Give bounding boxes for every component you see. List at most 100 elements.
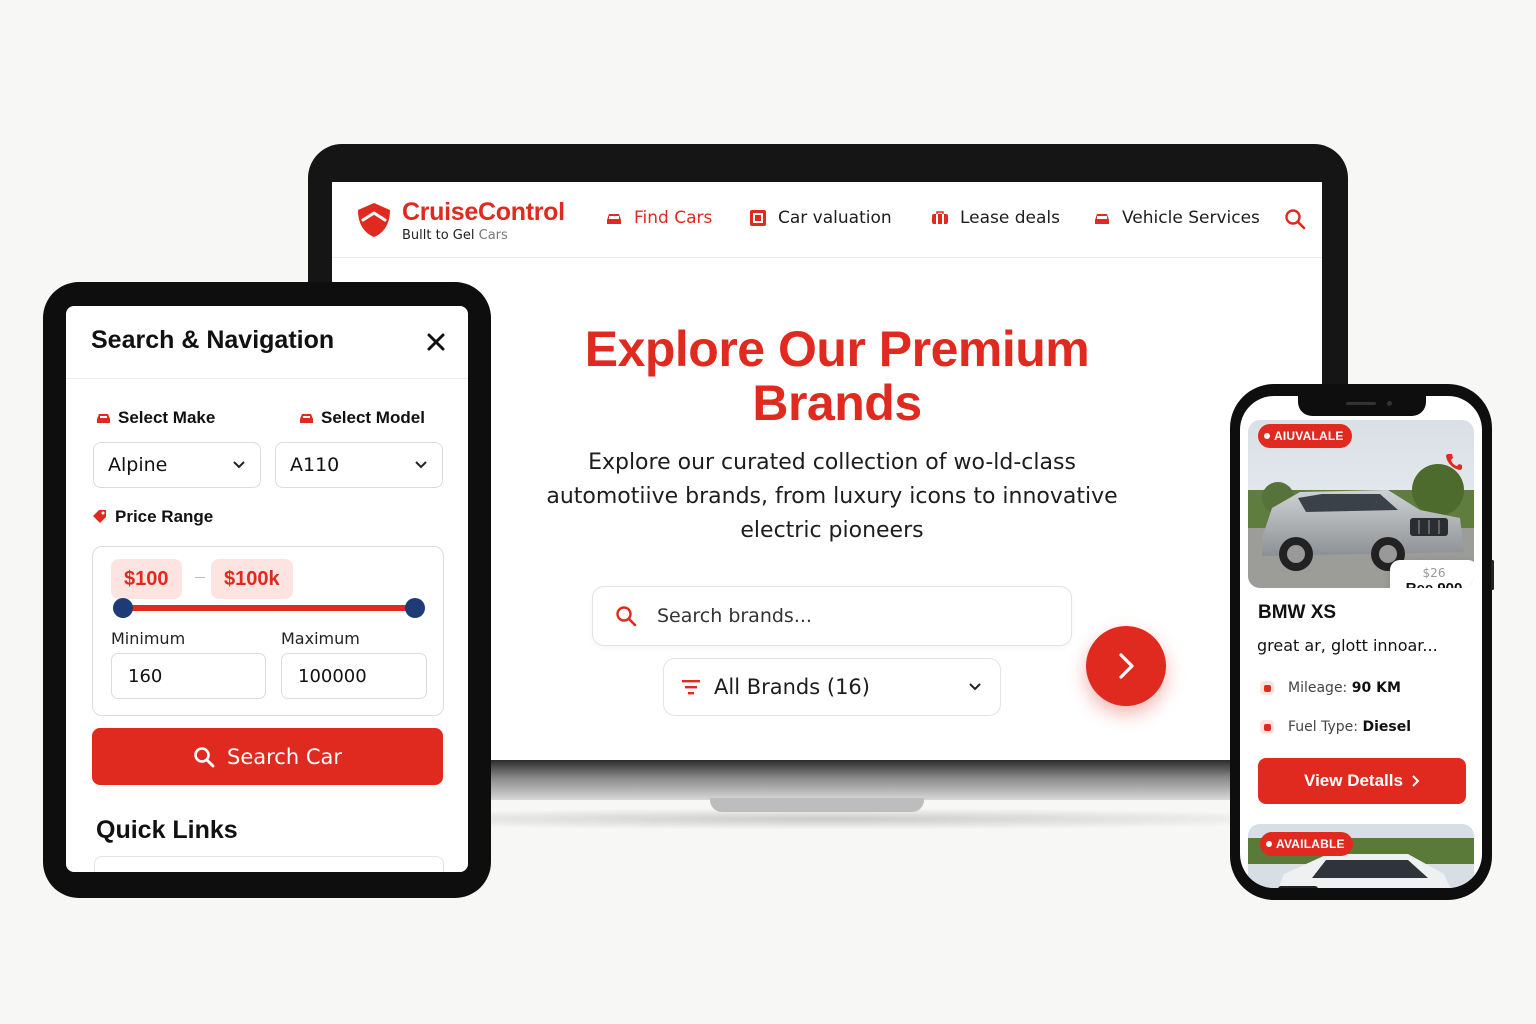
car-description: great ar, glott innoar... xyxy=(1257,636,1438,655)
min-price-pill: $100 xyxy=(111,559,182,599)
logo-shield-icon[interactable] xyxy=(354,200,394,240)
mileage-spec: Mileage: 90 KM xyxy=(1260,680,1401,696)
availability-badge: AVAILABLE xyxy=(1260,832,1353,856)
car-icon xyxy=(1095,214,1109,224)
car-title[interactable]: BMW XS xyxy=(1258,602,1336,624)
phone-icon[interactable] xyxy=(1444,452,1464,472)
old-price: $26 xyxy=(1422,566,1446,580)
tagline-accent: Cars xyxy=(478,228,508,243)
hero-subtitle: Explore our curated collection of wo-ld-… xyxy=(522,446,1142,548)
slider-thumb-max[interactable] xyxy=(405,598,425,618)
price-range-text: Price Range xyxy=(115,507,214,526)
select-model-label: Select Model xyxy=(299,408,425,428)
slider-thumb-min[interactable] xyxy=(113,598,133,618)
search-icon[interactable] xyxy=(1284,208,1306,230)
min-price-input[interactable] xyxy=(111,653,266,699)
search-car-label: Search Car xyxy=(227,744,342,769)
view-details-button[interactable]: View Detalls xyxy=(1258,758,1466,804)
badge-text: AIUVALALE xyxy=(1274,429,1344,443)
phone-side-button xyxy=(1491,560,1494,590)
price-range-label: Price Range xyxy=(92,507,213,527)
nav-label: Find Cars xyxy=(634,208,713,228)
site-header: CruiseControl Bullt to Gel Cars Find Car… xyxy=(332,182,1322,258)
select-make-label: Select Make xyxy=(96,408,215,428)
hero-subtitle-line1: Explore our curated collection of wo-ld-… xyxy=(588,450,1076,475)
current-price: Ree 900 xyxy=(1390,580,1474,588)
nav-label: Lease deals xyxy=(960,208,1061,228)
phone-camera xyxy=(1387,401,1392,406)
chevron-right-icon xyxy=(1412,775,1420,787)
chevron-down-icon xyxy=(969,683,981,691)
brand-search-box[interactable] xyxy=(592,586,1072,646)
search-icon xyxy=(616,606,637,627)
calculator-icon xyxy=(750,210,766,226)
nav-find-cars[interactable]: Find Cars xyxy=(604,206,712,230)
car-icon xyxy=(607,214,621,224)
search-car-button[interactable]: Search Car xyxy=(92,728,443,785)
chevron-down-icon xyxy=(233,461,245,469)
nav-car-valuation[interactable]: Car valuation xyxy=(748,206,892,230)
briefcase-icon xyxy=(932,211,948,224)
minimum-label: Minimum xyxy=(111,629,186,648)
make-select-value: Alpine xyxy=(108,454,168,476)
select-make-text: Select Make xyxy=(118,408,216,427)
nav-label: Vehicle Services xyxy=(1122,208,1260,228)
fuel-icon xyxy=(1260,720,1274,734)
chevron-right-icon xyxy=(1119,653,1134,679)
price-tag: $26 Ree 900 xyxy=(1390,560,1474,588)
laptop-notch xyxy=(710,798,924,812)
badge-text: AVAILABLE xyxy=(1276,837,1345,851)
fuel-value: Diesel xyxy=(1362,719,1411,735)
status-dot xyxy=(1266,841,1272,847)
tablet-screen: Search & Navigation Select Make Select M… xyxy=(66,306,468,872)
phone-notch xyxy=(1298,396,1426,416)
phone-speaker xyxy=(1346,402,1376,405)
hero-title-line1: Explore Our Premium xyxy=(584,321,1090,377)
odometer-icon xyxy=(1260,681,1274,695)
nav-lease-deals[interactable]: Lease deals xyxy=(930,206,1060,230)
car-icon xyxy=(97,414,110,423)
tagline-main: Bullt to Gel xyxy=(402,228,475,243)
quick-link-item[interactable] xyxy=(94,856,444,872)
max-price-input[interactable] xyxy=(281,653,427,699)
filter-icon xyxy=(682,680,700,695)
max-price-pill: $100k xyxy=(211,559,293,599)
panel-title: Search & Navigation xyxy=(91,326,335,354)
mileage-label: Mileage: xyxy=(1288,680,1348,696)
quick-links-heading: Quick Links xyxy=(96,816,238,844)
select-model-text: Select Model xyxy=(321,408,425,427)
model-select[interactable]: A110 xyxy=(275,442,443,488)
range-dash xyxy=(195,577,205,578)
availability-badge: AIUVALALE xyxy=(1258,424,1352,448)
price-tag-icon xyxy=(93,510,106,523)
phone-screen: AIUVALALE $26 Ree 900 BMW XS great ar, g… xyxy=(1240,396,1482,888)
make-select[interactable]: Alpine xyxy=(93,442,261,488)
hero-title-line2: Brands xyxy=(752,375,922,431)
brand-filter-value: All Brands (16) xyxy=(714,675,870,699)
nav-label: Car valuation xyxy=(778,208,892,228)
nav-vehicle-services[interactable]: Vehicle Services xyxy=(1092,206,1260,230)
car-image-2[interactable]: AVAILABLE xyxy=(1248,824,1474,888)
brand-search-input[interactable] xyxy=(657,605,1037,627)
search-icon xyxy=(194,746,215,767)
chevron-down-icon xyxy=(415,461,427,469)
brand-name[interactable]: CruiseControl xyxy=(402,198,565,227)
brand-tagline: Bullt to Gel Cars xyxy=(402,228,508,243)
go-button[interactable] xyxy=(1086,626,1166,706)
close-icon[interactable] xyxy=(424,330,448,354)
car-image[interactable]: AIUVALALE $26 Ree 900 xyxy=(1248,420,1474,588)
fuel-spec: Fuel Type: Diesel xyxy=(1260,719,1411,735)
view-details-label: View Detalls xyxy=(1304,771,1403,790)
car-icon xyxy=(300,414,313,423)
status-dot xyxy=(1264,433,1270,439)
model-select-value: A110 xyxy=(290,454,340,476)
divider xyxy=(66,378,468,379)
hero-subtitle-line2: automotiive brands, from luxury icons to… xyxy=(546,484,1118,509)
fuel-label: Fuel Type: xyxy=(1288,719,1358,735)
hero-title: Explore Our Premium Brands xyxy=(522,322,1152,430)
price-range-box: $100 $100k Minimum Maximum xyxy=(92,546,444,716)
price-slider-track[interactable] xyxy=(123,605,415,611)
brand-filter-select[interactable]: All Brands (16) xyxy=(663,658,1001,716)
maximum-label: Maximum xyxy=(281,629,360,648)
mileage-value: 90 KM xyxy=(1351,680,1401,696)
